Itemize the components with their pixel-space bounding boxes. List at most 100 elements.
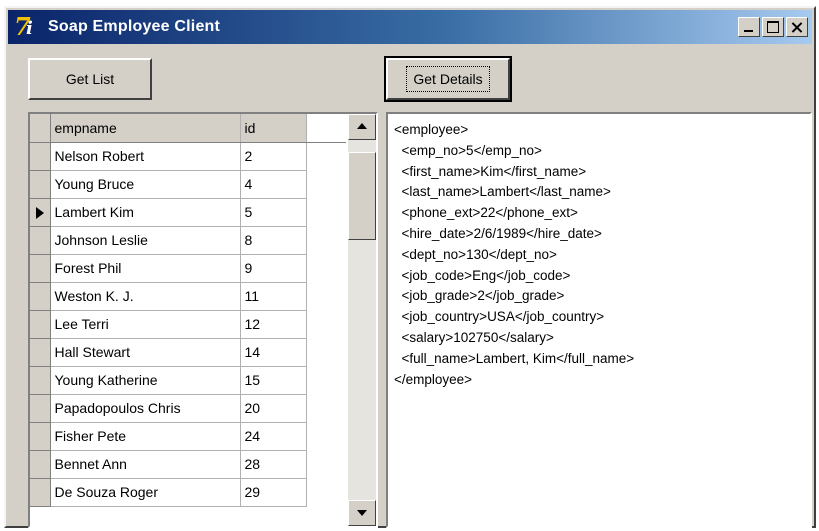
table-row[interactable]: Weston K. J. 11 — [30, 282, 346, 311]
row-indicator-cell[interactable] — [30, 366, 51, 395]
column-header-id[interactable]: id — [240, 114, 307, 143]
cell-empname[interactable]: Weston K. J. — [50, 282, 241, 311]
cell-empname[interactable]: Lee Terri — [50, 310, 241, 339]
row-filler — [306, 478, 346, 506]
xml-line: <job_grade>2</job_grade> — [394, 288, 565, 304]
app-icon-glyph-i: i — [26, 18, 33, 39]
xml-line: <last_name>Lambert</last_name> — [394, 184, 611, 200]
row-filler — [306, 226, 346, 254]
row-filler — [306, 422, 346, 450]
cell-empname[interactable]: Young Bruce — [50, 170, 241, 199]
cell-id[interactable]: 5 — [240, 198, 307, 227]
row-indicator-cell[interactable] — [30, 394, 51, 423]
row-filler — [306, 282, 346, 310]
cell-id[interactable]: 20 — [240, 394, 307, 423]
row-filler — [306, 366, 346, 394]
table-row[interactable]: Lambert Kim 5 — [30, 198, 346, 227]
header-filler — [306, 114, 346, 143]
cell-empname[interactable]: Papadopoulos Chris — [50, 394, 241, 423]
table-row[interactable]: Forest Phil 9 — [30, 254, 346, 283]
xml-line: <hire_date>2/6/1989</hire_date> — [394, 225, 602, 241]
table-row[interactable]: Bennet Ann 28 — [30, 450, 346, 479]
minimize-icon[interactable] — [738, 17, 760, 37]
table-row[interactable]: Young Katherine 15 — [30, 366, 346, 395]
xml-line: <first_name>Kim</first_name> — [394, 163, 587, 179]
cell-id[interactable]: 4 — [240, 170, 307, 199]
table-row[interactable]: Johnson Leslie 8 — [30, 226, 346, 255]
cell-id[interactable]: 15 — [240, 366, 307, 395]
cell-empname[interactable]: De Souza Roger — [50, 478, 241, 507]
xml-line: <emp_no>5</emp_no> — [394, 142, 542, 158]
table-row[interactable]: De Souza Roger 29 — [30, 478, 346, 507]
cell-id[interactable]: 12 — [240, 310, 307, 339]
xml-line: <job_country>USA</job_country> — [394, 309, 605, 325]
scroll-up-icon[interactable] — [348, 114, 376, 140]
cell-id[interactable]: 8 — [240, 226, 307, 255]
cell-empname[interactable]: Lambert Kim — [50, 198, 241, 227]
scroll-thumb[interactable] — [348, 152, 376, 240]
cell-id[interactable]: 28 — [240, 450, 307, 479]
xml-line: <dept_no>130</dept_no> — [394, 246, 557, 262]
get-list-button[interactable]: Get List — [28, 58, 152, 100]
row-filler — [306, 170, 346, 198]
row-indicator-cell[interactable] — [30, 254, 51, 283]
cell-empname[interactable]: Johnson Leslie — [50, 226, 241, 255]
xml-line: <salary>102750</salary> — [394, 329, 554, 345]
cell-empname[interactable]: Hall Stewart — [50, 338, 241, 367]
close-icon[interactable] — [786, 17, 808, 37]
cell-empname[interactable]: Bennet Ann — [50, 450, 241, 479]
row-indicator-cell[interactable] — [30, 142, 51, 171]
row-indicator-cell[interactable] — [30, 198, 51, 227]
cell-empname[interactable]: Young Katherine — [50, 366, 241, 395]
cell-id[interactable]: 29 — [240, 478, 307, 507]
scroll-down-icon[interactable] — [348, 500, 376, 526]
row-filler — [306, 338, 346, 366]
xml-line: </employee> — [394, 371, 473, 387]
row-indicator-cell[interactable] — [30, 310, 51, 339]
row-indicator-cell[interactable] — [30, 450, 51, 479]
table-row[interactable]: Hall Stewart 14 — [30, 338, 346, 367]
table-row[interactable]: Lee Terri 12 — [30, 310, 346, 339]
cell-empname[interactable]: Nelson Robert — [50, 142, 241, 171]
app-icon: 7 i — [14, 14, 42, 40]
row-filler — [306, 198, 346, 226]
row-indicator-cell[interactable] — [30, 170, 51, 199]
xml-line: <employee> — [394, 122, 469, 137]
get-details-button[interactable]: Get Details — [384, 56, 512, 102]
xml-line: <phone_ext>22</phone_ext> — [394, 205, 578, 221]
cell-empname[interactable]: Forest Phil — [50, 254, 241, 283]
grid-scrollbar[interactable] — [348, 114, 376, 526]
row-filler — [306, 310, 346, 338]
row-indicator-cell[interactable] — [30, 478, 51, 507]
app-window: 7 i Soap Employee Client Get List Get De… — [4, 6, 816, 528]
employee-grid[interactable]: empname id Nelson Robert 2 Young Bruce 4 Lam… — [28, 112, 378, 528]
maximize-icon[interactable] — [762, 17, 784, 37]
get-list-label: Get List — [65, 71, 115, 87]
table-row[interactable]: Papadopoulos Chris 20 — [30, 394, 346, 423]
row-filler — [306, 394, 346, 422]
row-filler — [306, 450, 346, 478]
row-indicator-cell[interactable] — [30, 282, 51, 311]
row-indicator-cell[interactable] — [30, 226, 51, 255]
cell-id[interactable]: 11 — [240, 282, 307, 311]
cell-id[interactable]: 24 — [240, 422, 307, 451]
table-header-row: empname id — [30, 114, 346, 143]
table-row[interactable]: Nelson Robert 2 — [30, 142, 346, 171]
cell-id[interactable]: 9 — [240, 254, 307, 283]
table-row[interactable]: Fisher Pete 24 — [30, 422, 346, 451]
xml-line: <full_name>Lambert, Kim</full_name> — [394, 350, 635, 366]
row-indicator-cell[interactable] — [30, 338, 51, 367]
details-memo[interactable]: <employee> <emp_no>5</emp_no> <first_nam… — [386, 112, 812, 528]
column-header-empname[interactable]: empname — [50, 114, 241, 143]
cell-id[interactable]: 14 — [240, 338, 307, 367]
get-details-label: Get Details — [406, 66, 490, 92]
row-indicator-cell[interactable] — [30, 422, 51, 451]
cell-empname[interactable]: Fisher Pete — [50, 422, 241, 451]
xml-line: <job_code>Eng</job_code> — [394, 267, 571, 283]
table-row[interactable]: Young Bruce 4 — [30, 170, 346, 199]
header-indicator-cell — [30, 114, 51, 143]
row-filler — [306, 254, 346, 282]
title-bar[interactable]: 7 i Soap Employee Client — [8, 10, 812, 44]
window-title: Soap Employee Client — [48, 18, 221, 35]
cell-id[interactable]: 2 — [240, 142, 307, 171]
